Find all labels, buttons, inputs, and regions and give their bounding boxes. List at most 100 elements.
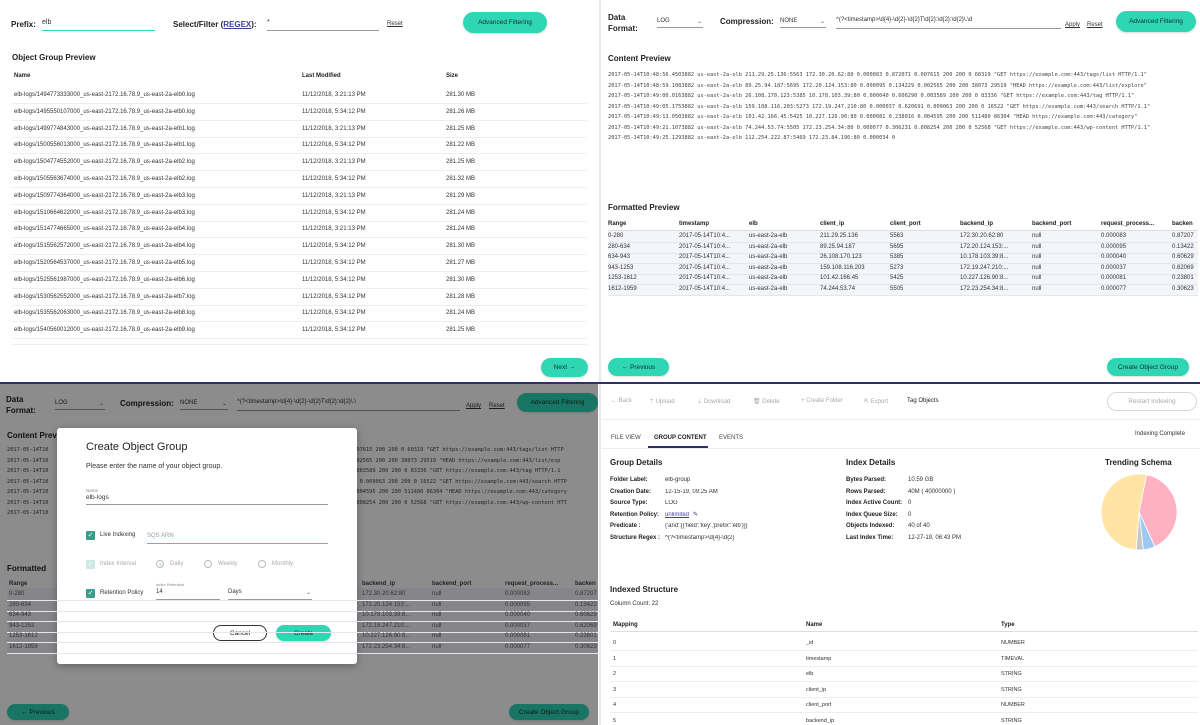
structure-cell: TIMEVAL [1001,655,1025,662]
formatted-cell: 74.244.53.74 [820,285,856,292]
weekly-radio[interactable] [204,560,212,568]
prefix-input[interactable]: elb [42,17,155,31]
daily-label: Daily [170,561,184,567]
chevron-down-icon: ⌄ [819,19,825,25]
daily-radio[interactable] [156,560,164,568]
create-folder-button[interactable]: + Create Folder [801,398,843,404]
file-name: elb-logs/1495550107000_us-east-2172.16.7… [14,108,195,115]
cancel-button[interactable]: Cancel [213,625,267,641]
retention-value-input[interactable]: 14 [156,588,220,600]
file-size: 281.30 MB [446,243,476,250]
dialog-title: Create Object Group [86,441,188,453]
formatted-cell: 1612-1959 [608,285,637,292]
group-details-title: Group Details [610,458,663,467]
monthly-label: Monthly [272,561,294,567]
reset-link[interactable]: Reset [387,21,403,27]
monthly-radio[interactable] [258,560,266,568]
formatted-col-header: request_process... [1101,221,1155,227]
file-size: 281.30 MB [446,92,476,98]
file-name: elb-logs/1520564537000_us-east-2172.16.7… [14,260,195,266]
row-divider [12,338,587,340]
last-modified: 11/12/2018, 3:21:13 PM [302,125,366,132]
index-detail-label: Index Queue Size: [846,511,898,518]
advanced-filtering-button[interactable]: Advanced Filtering [463,12,547,33]
regex-input[interactable]: ^(?<timestamp>\d{4}-\d{2}-\d{2}T\d{2}:\d… [836,15,1061,29]
tab-file-view[interactable]: FILE VIEW [611,435,641,441]
formatted-cell: us-east-2a-elb [749,264,788,271]
formatted-cell: 0.13422 [1172,243,1194,250]
tab-group-content[interactable]: GROUP CONTENT [654,435,707,441]
name-field[interactable]: elb-logs [86,494,328,505]
filter-label: Select/Filter (REGEX): [173,20,257,29]
group-detail-label: Retention Policy: [610,511,660,518]
advanced-filtering-button[interactable]: Advanced Filtering [1116,11,1196,32]
formatted-cell: 10.178.103.39:8... [362,612,411,618]
data-format-select[interactable]: LOG ⌄ [657,15,703,28]
tabs-divider [602,448,1200,449]
formatted-cell: null [432,643,442,650]
compression-select[interactable]: NONE ⌄ [780,15,826,28]
content-line: 2017-05-14T10:49:00.0163882 us-east-2a-e… [608,93,1135,99]
index-interval-checkbox[interactable]: ✓ [86,560,95,569]
retention-unit-select[interactable]: Days ⌄ [228,588,312,600]
content-preview-panel: Data Format: LOG ⌄ Compression: NONE ⌄ ^(?… [602,0,1200,382]
formatted-cell: 2017-05-14T10:4... [679,275,731,281]
delete-button[interactable]: 🗑 Delete [753,398,780,405]
formatted-cell: us-east-2a-elb [749,275,788,281]
file-name: elb-logs/1510664622000_us-east-2172.16.7… [14,209,195,216]
group-detail-value: {'and':[{'field':'key','prefix':'elb'}]} [665,523,748,529]
group-detail-value[interactable]: unlimited [665,512,689,518]
formatted-cell: 172.19.247.210:... [960,264,1009,271]
sqs-arn-input[interactable]: SQS ARN [147,531,328,544]
formatted-cell: 0.000095 [1101,243,1127,250]
formatted-cell: 89.25.94.187 [820,243,856,250]
edit-icon[interactable]: ✎ [693,511,698,518]
chevron-down-icon: ⌄ [305,590,311,596]
export-button[interactable]: ⇱ Export [864,398,888,405]
formatted-cell: null [1032,233,1042,239]
tab-events[interactable]: EVENTS [719,435,743,441]
structure-cell: 5 [613,717,617,724]
apply-link[interactable]: Apply [1065,22,1080,28]
previous-button[interactable]: ← Previous [608,358,669,376]
file-name: elb-logs/1540560012000_us-east-2172.16.7… [14,327,195,334]
reset-link[interactable]: Reset [1087,22,1103,28]
download-button[interactable]: ⇣ Download [697,398,730,405]
structure-cell: 1 [613,655,617,662]
index-detail-label: Bytes Parsed: [846,477,887,483]
index-detail-label: Index Active Count: [846,500,903,506]
last-modified: 11/12/2018, 3:21:13 PM [302,159,366,166]
formatted-cell: 1253-1612 [608,275,637,281]
formatted-cell: 10.227.126.90:8... [960,275,1009,281]
last-modified: 11/12/2018, 5:34:12 PM [302,276,366,283]
formatted-col-header: request_process... [505,581,559,587]
create-button[interactable]: Create [276,625,331,641]
last-modified: 11/12/2018, 5:34:12 PM [302,293,366,300]
group-detail-label: Folder Label: [610,477,648,483]
structure-cell: client_ip [806,686,827,693]
table-bottom-divider [12,344,587,345]
data-format-label: Data Format: [608,13,638,33]
formatted-cell: 0-280 [608,233,624,239]
formatted-col-header: backen [1172,221,1193,227]
structure-col-header: Mapping [613,622,638,628]
create-object-group-button[interactable]: Create Object Group [1107,358,1189,376]
dialog-subtitle: Please enter the name of your object gro… [86,463,223,470]
col-size: Size [446,73,459,79]
formatted-col-header: elb [749,221,758,227]
back-button[interactable]: ← Back [611,398,632,404]
group-detail-value: 12-15-19, 09:25 AM [665,488,718,495]
next-button[interactable]: Next → [541,358,588,377]
retention-policy-checkbox[interactable]: ✓ [86,589,95,598]
live-indexing-checkbox[interactable]: ✓ [86,531,95,540]
structure-cell: STRING [1001,671,1022,677]
formatted-cell: 26.108.170.123 [820,254,862,260]
tag-objects-button[interactable]: Tag Objects [907,398,939,404]
group-detail-label: Predicate : [610,523,641,529]
formatted-cell: 634-943 [9,612,32,618]
restart-indexing-button[interactable]: Restart Indexing [1107,392,1197,411]
filter-input[interactable]: * [267,17,379,31]
regex-link[interactable]: REGEX [223,20,251,29]
upload-button[interactable]: ⇡ Upload [649,398,675,405]
formatted-cell: 5273 [890,264,904,271]
